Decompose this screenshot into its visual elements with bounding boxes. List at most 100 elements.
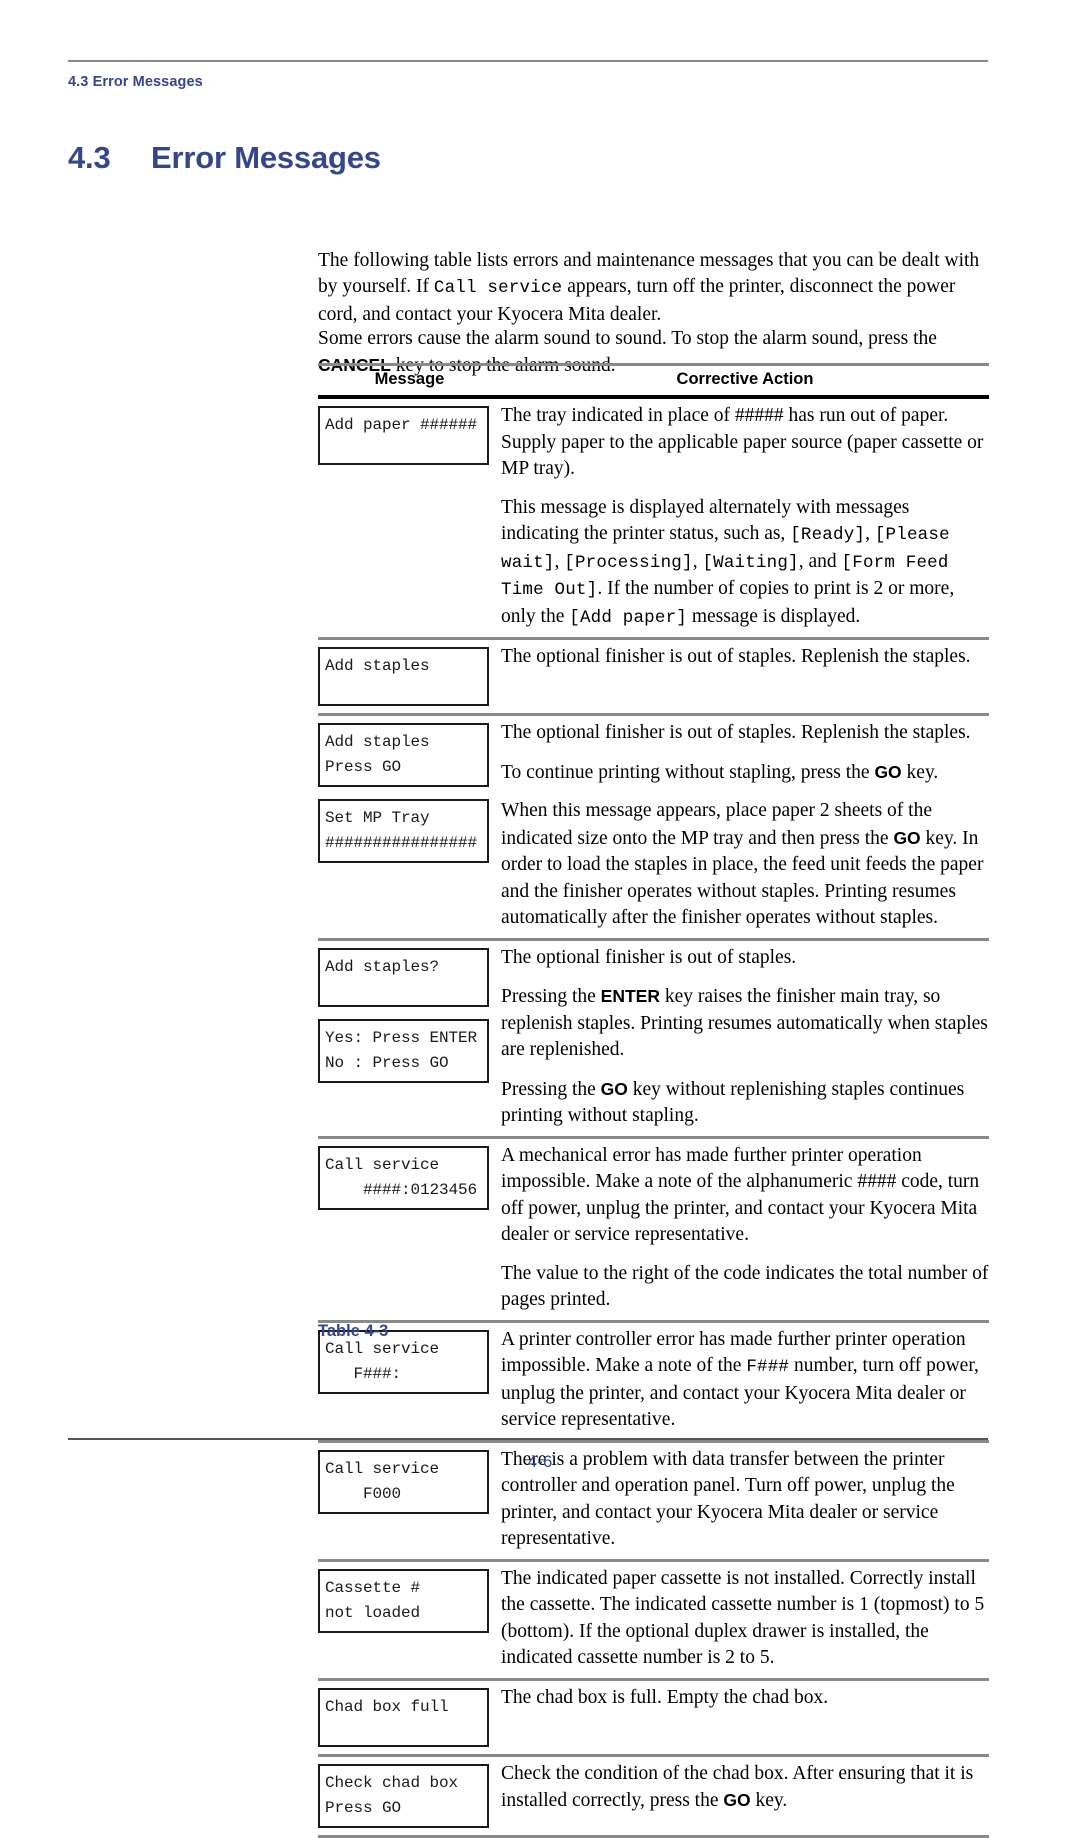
corrective-action-paragraph: This message is displayed alternately wi…	[501, 495, 989, 632]
inline-key-label: GO	[600, 1078, 628, 1099]
message-cell: Call service ####:0123456	[318, 1139, 501, 1217]
corrective-action-paragraph: Check the condition of the chad box. Aft…	[501, 1761, 989, 1815]
table-row: Add paper ###### The tray indicated in pl…	[318, 399, 989, 637]
lcd-message-box-secondary: Yes: Press ENTER No : Press GO	[318, 1018, 489, 1083]
corrective-action-paragraph: The tray indicated in place of ##### has…	[501, 403, 989, 483]
inline-text: The chad box is full. Empty the chad box…	[501, 1686, 829, 1708]
inline-key-label: GO	[893, 827, 921, 848]
inline-key-label: GO	[723, 1790, 751, 1810]
intro-paragraph-1: The following table lists errors and mai…	[318, 248, 990, 329]
inline-text: The optional finisher is out of staples.…	[501, 722, 971, 743]
inline-text: ,	[865, 523, 875, 544]
corrective-action-cell: The optional finisher is out of staples.…	[501, 640, 989, 677]
lcd-message-box-secondary: Set MP Tray ################	[318, 799, 489, 863]
corrective-action-paragraph: To continue printing without stapling, p…	[501, 759, 989, 787]
error-messages-table: Message Corrective Action Add paper ####…	[318, 363, 989, 1838]
corrective-action-cell: Check the condition of the chad box. Aft…	[501, 1757, 989, 1821]
corrective-action-paragraph: The optional finisher is out of staples.	[501, 945, 989, 972]
message-cell: Cassette # not loaded	[318, 1562, 501, 1640]
inline-text: When this message appears, place paper 2…	[501, 800, 932, 849]
intro-2-text-a: Some errors cause the alarm sound to sou…	[318, 327, 937, 349]
message-cell: Add staples? Yes: Press ENTER No : Press …	[318, 941, 501, 1090]
inline-text: Pressing the	[501, 1078, 601, 1100]
inline-text: The optional finisher is out of staples.…	[501, 646, 971, 667]
inline-key-label: GO	[874, 761, 902, 782]
column-header-action: Corrective Action	[676, 370, 814, 388]
table-row: Chad box full The chad box is full. Empty…	[318, 1681, 989, 1754]
inline-text: A mechanical error has made further prin…	[501, 1144, 980, 1246]
inline-lcd-code: [Waiting]	[702, 552, 799, 573]
table-row: Cassette # not loaded The indicated paper…	[318, 1562, 989, 1678]
lcd-message-box: Chad box full	[318, 1687, 489, 1747]
column-header-message: Message	[374, 370, 445, 388]
inline-text: key.	[901, 761, 939, 783]
running-header: 4.3 Error Messages	[68, 74, 203, 90]
corrective-action-cell: The optional finisher is out of staples.…	[501, 941, 989, 1136]
corrective-action-cell: The chad box is full. Empty the chad box…	[501, 1681, 989, 1718]
page-title: 4.3 Error Messages	[68, 140, 381, 176]
inline-lcd-code: F###	[746, 1357, 790, 1377]
corrective-action-cell: A printer controller error has made furt…	[501, 1323, 989, 1440]
inline-lcd-code: [Add paper]	[569, 607, 687, 628]
table-body: Add paper ###### The tray indicated in pl…	[318, 399, 989, 1835]
message-cell: Chad box full	[318, 1681, 501, 1754]
lcd-message-box: Add staples Press GO	[318, 723, 489, 787]
table-row: Check chad box Press GO Check the conditi…	[318, 1757, 989, 1835]
header-divider	[68, 60, 988, 62]
inline-text: Pressing the	[501, 986, 601, 1007]
corrective-action-paragraph: The chad box is full. Empty the chad box…	[501, 1685, 989, 1712]
page-number: 4-6	[527, 1452, 553, 1471]
message-cell: Check chad box Press GO	[318, 1757, 501, 1835]
section-title-text: Error Messages	[151, 140, 381, 175]
lcd-message-box: Add staples	[318, 647, 489, 706]
table-row: Call service ####:0123456 A mechanical er…	[318, 1139, 989, 1320]
inline-text: The optional finisher is out of staples.	[501, 946, 797, 968]
inline-text: , and	[798, 550, 842, 572]
inline-text: To continue printing without stapling, p…	[501, 761, 875, 783]
inline-key-label: ENTER	[600, 986, 660, 1006]
inline-text: The tray indicated in place of ##### has…	[501, 405, 984, 479]
corrective-action-paragraph: A printer controller error has made furt…	[501, 1327, 989, 1434]
corrective-action-paragraph: The value to the right of the code indic…	[501, 1261, 989, 1314]
inline-text: The indicated paper cassette is not inst…	[501, 1567, 985, 1669]
corrective-action-paragraph: The optional finisher is out of staples.…	[501, 720, 989, 747]
table-header-row: Message Corrective Action	[318, 366, 989, 395]
corrective-action-cell: A mechanical error has made further prin…	[501, 1139, 989, 1320]
table-row: Call service F###: A printer controller e…	[318, 1323, 989, 1440]
lcd-message-box: Add staples?	[318, 947, 489, 1007]
inline-text: The value to the right of the code indic…	[501, 1262, 989, 1311]
corrective-action-cell: The optional finisher is out of staples.…	[501, 716, 989, 938]
message-cell: Add staples	[318, 640, 501, 713]
lcd-message-box: Call service ####:0123456	[318, 1145, 489, 1210]
inline-text: ,	[554, 550, 565, 572]
message-cell: Add staples Press GO Set MP Tray ########…	[318, 716, 501, 870]
corrective-action-paragraph: Pressing the GO key without replenishing…	[501, 1076, 989, 1130]
lcd-box-spacer	[318, 1007, 501, 1019]
inline-lcd-code: [Processing]	[564, 552, 693, 573]
inline-lcd-code: [Ready]	[790, 525, 866, 545]
document-page: 4.3 Error Messages 4.3 Error Messages The…	[0, 0, 1080, 1838]
table-row: Add staples Press GO Set MP Tray ########…	[318, 716, 989, 938]
lcd-box-spacer	[318, 787, 501, 799]
lcd-message-box: Add paper ######	[318, 406, 489, 465]
corrective-action-paragraph: A mechanical error has made further prin…	[501, 1143, 989, 1249]
message-cell: Add paper ######	[318, 399, 501, 472]
table-bottom-rule	[318, 1834, 989, 1838]
footer-divider	[68, 1438, 988, 1440]
corrective-action-cell: The tray indicated in place of ##### has…	[501, 399, 989, 637]
section-number: 4.3	[68, 140, 111, 175]
table-row: Add staples The optional finisher is out …	[318, 640, 989, 713]
inline-text: ,	[692, 550, 703, 572]
inline-text: key.	[750, 1790, 788, 1811]
intro-1-code: Call service	[433, 278, 563, 298]
table-caption: Table 4-3	[318, 1322, 389, 1340]
lcd-message-box: Check chad box Press GO	[318, 1763, 489, 1828]
corrective-action-paragraph: The indicated paper cassette is not inst…	[501, 1566, 989, 1672]
corrective-action-paragraph: Pressing the ENTER key raises the finish…	[501, 983, 989, 1064]
corrective-action-paragraph: When this message appears, place paper 2…	[501, 798, 989, 932]
corrective-action-paragraph: The optional finisher is out of staples.…	[501, 644, 989, 671]
lcd-message-box: Cassette # not loaded	[318, 1568, 489, 1633]
corrective-action-cell: The indicated paper cassette is not inst…	[501, 1562, 989, 1678]
inline-text: message is displayed.	[686, 605, 861, 627]
table-row: Add staples? Yes: Press ENTER No : Press …	[318, 941, 989, 1136]
